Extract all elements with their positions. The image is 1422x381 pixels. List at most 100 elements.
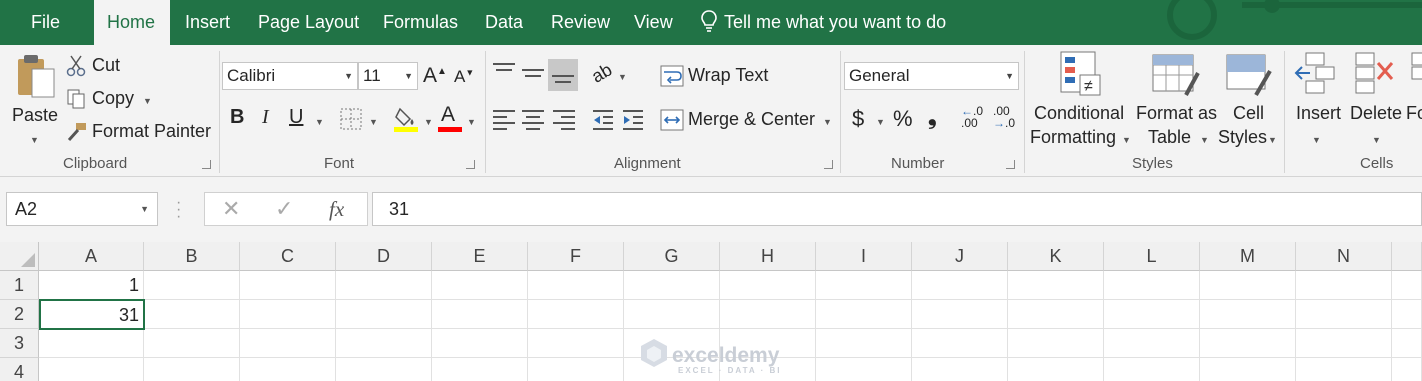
grid-cell[interactable] [1104, 271, 1200, 300]
grid-cell[interactable] [1008, 329, 1104, 358]
top-align-icon[interactable] [493, 63, 515, 75]
cancel-icon[interactable]: ✕ [222, 193, 240, 225]
middle-align-icon[interactable] [522, 69, 544, 81]
column-header-e[interactable]: E [432, 242, 528, 271]
formula-input[interactable]: 31 [372, 192, 1422, 226]
insert-function-button[interactable]: fx [329, 193, 344, 225]
tab-page-layout[interactable]: Page Layout [258, 0, 359, 45]
font-name-select[interactable]: Calibri ▼ [222, 62, 358, 90]
row-header-2[interactable]: 2 [0, 300, 39, 329]
orientation-icon[interactable]: ab [588, 59, 616, 87]
currency-dropdown-icon[interactable]: ▼ [876, 117, 885, 127]
orientation-dropdown-icon[interactable]: ▼ [618, 72, 627, 82]
grid-cell[interactable] [1008, 358, 1104, 381]
underline-dropdown-icon[interactable]: ▼ [315, 117, 324, 127]
tab-formulas[interactable]: Formulas [383, 0, 458, 45]
resize-handle-icon[interactable]: · · · [176, 195, 181, 225]
cell-a2[interactable]: 31 [39, 299, 145, 330]
conditional-formatting-button[interactable]: ≠ Conditional Formatting ▼ [1030, 51, 1131, 151]
merge-center-button[interactable]: Merge & Center ▼ [660, 107, 835, 133]
grid-cell[interactable] [624, 271, 720, 300]
grid-cell[interactable] [1392, 300, 1422, 329]
column-header-d[interactable]: D [336, 242, 432, 271]
column-header-i[interactable]: I [816, 242, 912, 271]
grid-cell[interactable] [816, 300, 912, 329]
bottom-align-button[interactable] [548, 59, 578, 91]
grid-cell[interactable] [720, 271, 816, 300]
number-launcher-icon[interactable] [1006, 160, 1015, 169]
grid-cell[interactable] [1392, 358, 1422, 381]
row-header-3[interactable]: 3 [0, 329, 39, 358]
column-header-f[interactable]: F [528, 242, 624, 271]
grid-cell[interactable] [240, 300, 336, 329]
column-header-n[interactable]: N [1296, 242, 1392, 271]
grid-cell[interactable] [912, 300, 1008, 329]
tab-home[interactable]: Home [94, 0, 170, 45]
grid-cell[interactable] [816, 329, 912, 358]
fill-color-dropdown-icon[interactable]: ▼ [424, 117, 433, 127]
number-format-select[interactable]: General ▼ [844, 62, 1019, 90]
format-painter-button[interactable]: Format Painter [66, 119, 212, 145]
format-as-table-button[interactable]: Format as Table ▼ [1134, 51, 1218, 151]
grid-cell[interactable] [816, 271, 912, 300]
fill-color-icon[interactable] [394, 105, 420, 133]
grid-cell[interactable] [432, 300, 528, 329]
grid-cell[interactable] [144, 300, 240, 329]
percent-button[interactable]: % [893, 106, 913, 132]
name-box[interactable]: A2 ▼ [6, 192, 158, 226]
grid-cell[interactable] [144, 329, 240, 358]
tab-insert[interactable]: Insert [185, 0, 230, 45]
column-header-a[interactable]: A [39, 242, 144, 271]
tab-file[interactable]: File [31, 0, 60, 45]
grid-cell[interactable] [144, 271, 240, 300]
cell-a1[interactable]: 1 [39, 271, 144, 300]
column-header-c[interactable]: C [240, 242, 336, 271]
cell-styles-button[interactable]: Cell Styles ▼ [1218, 51, 1280, 151]
align-center-icon[interactable] [522, 110, 544, 134]
tab-data[interactable]: Data [485, 0, 523, 45]
align-left-icon[interactable] [493, 110, 515, 134]
grid-cell[interactable] [912, 271, 1008, 300]
grid-cell[interactable] [1392, 329, 1422, 358]
grid-cell[interactable] [39, 358, 144, 381]
grid-cell[interactable] [528, 300, 624, 329]
column-header-g[interactable]: G [624, 242, 720, 271]
grid-cell[interactable] [1104, 300, 1200, 329]
grid-cell[interactable] [528, 271, 624, 300]
grid-cell[interactable] [336, 271, 432, 300]
row-header-4[interactable]: 4 [0, 358, 39, 381]
grid-cell[interactable] [816, 358, 912, 381]
underline-button[interactable]: U [289, 106, 303, 129]
font-launcher-icon[interactable] [466, 160, 475, 169]
grid-cell[interactable] [336, 300, 432, 329]
grid-cell[interactable] [1104, 358, 1200, 381]
decrease-decimal-button[interactable]: .00 →.0 [993, 105, 1021, 133]
bold-button[interactable]: B [230, 106, 244, 129]
copy-button[interactable]: Copy ▼ [66, 86, 156, 112]
grid-cell[interactable] [144, 358, 240, 381]
grid-cell[interactable] [1392, 271, 1422, 300]
grid-cell[interactable] [432, 329, 528, 358]
grid-cell[interactable] [432, 271, 528, 300]
paste-button[interactable]: Paste ▼ [10, 53, 60, 148]
column-header-o[interactable] [1392, 242, 1422, 271]
column-header-h[interactable]: H [720, 242, 816, 271]
enter-icon[interactable]: ✓ [275, 193, 293, 225]
grid-cell[interactable] [1200, 300, 1296, 329]
row-header-1[interactable]: 1 [0, 271, 39, 300]
column-header-k[interactable]: K [1008, 242, 1104, 271]
delete-cells-button[interactable]: Delete ▼ [1348, 51, 1406, 151]
decrease-indent-icon[interactable] [591, 109, 615, 131]
column-header-b[interactable]: B [144, 242, 240, 271]
currency-button[interactable]: $ [852, 106, 864, 132]
grid-cell[interactable] [912, 358, 1008, 381]
alignment-launcher-icon[interactable] [824, 160, 833, 169]
increase-decimal-button[interactable]: ←.0.00 [961, 105, 989, 133]
grow-font-icon[interactable]: A▲ [423, 64, 447, 88]
grid-cell[interactable] [528, 329, 624, 358]
grid-cell[interactable] [1296, 358, 1392, 381]
grid-cell[interactable] [720, 300, 816, 329]
format-cells-button[interactable]: Fo [1406, 51, 1422, 151]
clipboard-launcher-icon[interactable] [202, 160, 211, 169]
column-header-l[interactable]: L [1104, 242, 1200, 271]
